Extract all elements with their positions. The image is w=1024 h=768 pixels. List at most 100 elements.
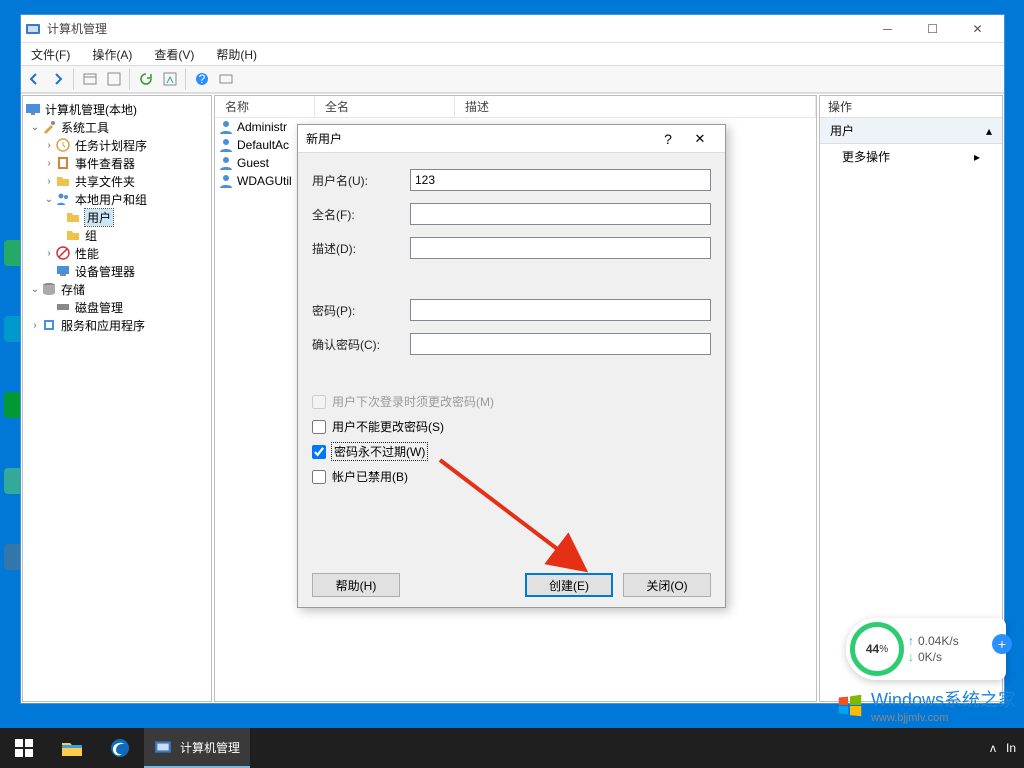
tree-task-scheduler[interactable]: 任务计划程序	[75, 137, 147, 154]
toolbar-btn[interactable]	[215, 68, 237, 90]
menu-help[interactable]: 帮助(H)	[210, 44, 263, 65]
tree-root[interactable]: 计算机管理(本地)	[45, 101, 137, 118]
watermark-url: www.bjjmlv.com	[871, 712, 1016, 724]
separator	[185, 68, 187, 90]
checkbox-never-expire[interactable]: 密码永不过期(W)	[312, 443, 711, 460]
svg-text:?: ?	[199, 72, 206, 86]
disk-icon	[55, 299, 71, 315]
tree-device-manager[interactable]: 设备管理器	[75, 263, 135, 280]
create-button[interactable]: 创建(E)	[525, 573, 613, 597]
actions-panel: 操作 用户 ▴ 更多操作 ▸	[819, 95, 1003, 702]
tree-storage[interactable]: 存储	[61, 281, 85, 298]
windows-logo-icon	[835, 690, 865, 720]
performance-icon	[55, 245, 71, 261]
user-icon	[219, 120, 233, 134]
toolbar-btn[interactable]	[79, 68, 101, 90]
folder-icon	[65, 227, 81, 243]
upload-icon: ↑	[908, 634, 914, 648]
clock-icon	[55, 137, 71, 153]
help-button[interactable]: 帮助(H)	[312, 573, 400, 597]
actions-more[interactable]: 更多操作 ▸	[820, 144, 1002, 169]
actions-group[interactable]: 用户 ▴	[820, 118, 1002, 144]
taskbar-explorer-icon[interactable]	[48, 728, 96, 768]
device-icon	[55, 263, 71, 279]
collapse-icon[interactable]: ▴	[986, 124, 992, 138]
separator	[129, 68, 131, 90]
description-input[interactable]	[410, 237, 711, 259]
close-button[interactable]: 关闭(O)	[623, 573, 711, 597]
storage-icon	[41, 281, 57, 297]
fullname-input[interactable]	[410, 203, 711, 225]
back-button[interactable]	[23, 68, 45, 90]
expander-icon[interactable]: ›	[43, 140, 55, 151]
user-icon	[219, 138, 233, 152]
services-icon	[41, 317, 57, 333]
window-title: 计算机管理	[47, 20, 865, 37]
expander-icon[interactable]: ›	[43, 248, 55, 259]
tree-services-apps[interactable]: 服务和应用程序	[61, 317, 145, 334]
navigation-tree[interactable]: 计算机管理(本地) ⌄ 系统工具 › 任务计划程序 › 事件查看器 › 共享文件夹 ⌄ 本…	[23, 96, 211, 701]
checkbox-cannot-change[interactable]: 用户不能更改密码(S)	[312, 418, 711, 435]
username-label: 用户名(U):	[312, 172, 410, 189]
tree-disk-mgmt[interactable]: 磁盘管理	[75, 299, 123, 316]
taskbar-active-task[interactable]: 计算机管理	[144, 728, 250, 768]
refresh-button[interactable]	[135, 68, 157, 90]
expander-icon[interactable]: ⌄	[29, 284, 41, 295]
tree-system-tools[interactable]: 系统工具	[61, 119, 109, 136]
tray-ime-icon[interactable]: In	[1006, 741, 1016, 755]
menu-file[interactable]: 文件(F)	[25, 44, 76, 65]
system-tray[interactable]: ʌ In	[990, 741, 1024, 755]
column-description[interactable]: 描述	[455, 96, 816, 117]
username-input[interactable]	[410, 169, 711, 191]
tree-shared-folders[interactable]: 共享文件夹	[75, 173, 135, 190]
separator	[73, 68, 75, 90]
close-button[interactable]: ✕	[955, 16, 1000, 42]
new-user-dialog: 新用户 ? ✕ 用户名(U): 全名(F): 描述(D): 密码(P): 确认密…	[297, 124, 726, 608]
dialog-titlebar[interactable]: 新用户 ? ✕	[298, 125, 725, 153]
checkbox-cannot-change-input[interactable]	[312, 420, 326, 434]
menu-view[interactable]: 查看(V)	[148, 44, 200, 65]
tray-chevron-icon[interactable]: ʌ	[990, 741, 996, 755]
taskbar-edge-icon[interactable]	[96, 728, 144, 768]
computer-icon	[25, 101, 41, 117]
help-button[interactable]: ?	[191, 68, 213, 90]
expander-icon[interactable]: ›	[43, 158, 55, 169]
expander-icon[interactable]: ›	[29, 320, 41, 331]
user-icon	[219, 174, 233, 188]
toolbar-btn[interactable]	[103, 68, 125, 90]
tree-users[interactable]: 用户	[85, 209, 113, 226]
checkbox-account-disabled[interactable]: 帐户已禁用(B)	[312, 468, 711, 485]
forward-button[interactable]	[47, 68, 69, 90]
dialog-close-button[interactable]: ✕	[683, 131, 717, 147]
expand-badge[interactable]: +	[992, 634, 1012, 654]
expander-icon[interactable]: ›	[43, 176, 55, 187]
taskbar[interactable]: 计算机管理 ʌ In	[0, 728, 1024, 768]
upload-speed: 0.04K/s	[918, 634, 959, 648]
folder-icon	[65, 209, 81, 225]
expander-icon[interactable]: ⌄	[29, 122, 41, 133]
expander-icon[interactable]: ⌄	[43, 194, 55, 205]
maximize-button[interactable]: ☐	[910, 16, 955, 42]
speed-widget[interactable]: 44% ↑0.04K/s ↓0K/s +	[846, 618, 1006, 680]
column-name[interactable]: 名称	[215, 96, 315, 117]
checkbox-account-disabled-input[interactable]	[312, 470, 326, 484]
dialog-help-button[interactable]: ?	[653, 131, 683, 147]
user-icon	[219, 156, 233, 170]
event-icon	[55, 155, 71, 171]
start-button[interactable]	[0, 728, 48, 768]
tree-event-viewer[interactable]: 事件查看器	[75, 155, 135, 172]
tree-groups[interactable]: 组	[85, 227, 97, 244]
menu-action[interactable]: 操作(A)	[86, 44, 138, 65]
minimize-button[interactable]: ─	[865, 16, 910, 42]
titlebar[interactable]: 计算机管理 ─ ☐ ✕	[21, 15, 1004, 43]
tree-local-users[interactable]: 本地用户和组	[75, 191, 147, 208]
download-speed: 0K/s	[918, 650, 942, 664]
column-fullname[interactable]: 全名	[315, 96, 455, 117]
password-input[interactable]	[410, 299, 711, 321]
confirm-password-input[interactable]	[410, 333, 711, 355]
tree-performance[interactable]: 性能	[75, 245, 99, 262]
checkbox-never-expire-input[interactable]	[312, 445, 326, 459]
description-label: 描述(D):	[312, 240, 410, 257]
toolbar-btn[interactable]	[159, 68, 181, 90]
tools-icon	[41, 119, 57, 135]
